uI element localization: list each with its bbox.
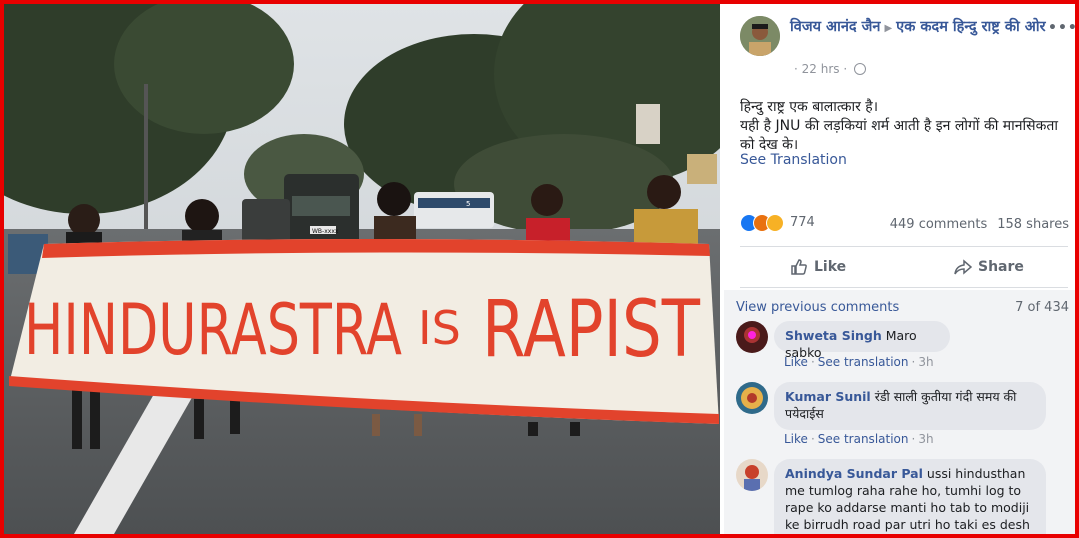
billboard: [636, 104, 660, 144]
svg-text:5: 5: [466, 200, 470, 208]
shares-count[interactable]: 158 shares: [997, 217, 1069, 232]
globe-icon: [853, 63, 866, 75]
post-text-line-1: हिन्दु राष्ट्र एक बालात्कार है।: [740, 99, 879, 115]
car: [242, 199, 290, 243]
commenter-avatar[interactable]: [736, 321, 768, 353]
see-translation-link[interactable]: See Translation: [740, 152, 847, 168]
svg-text:WB-xxxx: WB-xxxx: [312, 228, 339, 235]
bus: 5: [414, 192, 494, 228]
post-text-line-2: यही है JNU की लड़कियां शर्म आती है इन लो…: [740, 118, 1059, 153]
like-button[interactable]: Like: [790, 256, 846, 278]
reaction-count: 774: [790, 215, 815, 230]
comment-like-link[interactable]: Like: [784, 432, 808, 446]
divider: [740, 246, 1068, 247]
comment-time[interactable]: 3h: [918, 432, 933, 446]
comment-actions: Like · See translation · 3h: [784, 432, 934, 446]
share-label: Share: [978, 259, 1024, 275]
divider: [740, 287, 1068, 288]
comment-actions: Like · See translation · 3h: [784, 355, 934, 369]
share-button[interactable]: Share: [954, 256, 1024, 278]
banner-word-rapist: RAPIST: [482, 285, 700, 375]
view-previous-comments-link[interactable]: View previous comments: [736, 300, 899, 315]
comment-see-translation-link[interactable]: See translation: [818, 432, 909, 446]
comment-see-translation-link[interactable]: See translation: [818, 355, 909, 369]
commenter-name[interactable]: Kumar Sunil: [785, 389, 871, 404]
screenshot-frame: 5 WB-xxxx HINDURASTRA IS RAPIST विजय आनं…: [0, 0, 1079, 538]
comment-bubble: Anindya Sundar Pal ussi hindusthan me tum…: [774, 459, 1046, 534]
lamp-pole: [144, 84, 148, 254]
commenter-avatar[interactable]: [736, 459, 768, 491]
post-sidebar: विजय आनंद जैन ▶ एक कदम हिन्दु राष्ट्र की ओ…: [724, 4, 1075, 534]
comment-bubble: Kumar Sunil रंडी साली कुतीया गंदी समय की …: [774, 382, 1046, 430]
author-line: विजय आनंद जैन ▶ एक कदम हिन्दु राष्ट्र की ओ…: [790, 18, 1048, 38]
share-arrow-icon: [954, 259, 972, 275]
caret-right-icon: ▶: [884, 23, 893, 34]
more-options-button[interactable]: •••: [1048, 20, 1075, 36]
author-avatar[interactable]: [740, 16, 780, 56]
banner-word-is: IS: [418, 301, 461, 355]
comments-count[interactable]: 449 comments: [890, 217, 987, 232]
post-photo[interactable]: 5 WB-xxxx HINDURASTRA IS RAPIST: [4, 4, 720, 534]
commenter-name[interactable]: Anindya Sundar Pal: [785, 466, 923, 481]
protest-photo: 5 WB-xxxx HINDURASTRA IS RAPIST: [4, 4, 720, 534]
truck: WB-xxxx: [284, 174, 359, 244]
commenter-name[interactable]: Shweta Singh: [785, 328, 882, 343]
post-time[interactable]: 22 hrs: [802, 62, 840, 76]
post-text: हिन्दु राष्ट्र एक बालात्कार है। यही है J…: [740, 98, 1060, 155]
sad-reaction-icon: [766, 214, 784, 232]
post-meta: · 22 hrs ·: [794, 62, 866, 76]
comment-time[interactable]: 3h: [918, 355, 933, 369]
shop-sign: [687, 154, 717, 184]
comments-pager: 7 of 434: [1015, 300, 1069, 315]
engagement-counts: 449 comments 158 shares: [890, 217, 1069, 232]
comment-like-link[interactable]: Like: [784, 355, 808, 369]
banner-word-hindurastra: HINDURASTRA: [24, 289, 402, 371]
author-name[interactable]: विजय आनंद जैन: [790, 19, 880, 35]
thumbs-up-icon: [791, 259, 807, 275]
commenter-avatar[interactable]: [736, 382, 768, 414]
comment-bubble: Shweta Singh Maro sabko: [774, 321, 950, 360]
like-label: Like: [814, 259, 847, 275]
group-name[interactable]: एक कदम हिन्दु राष्ट्र की ओर: [896, 19, 1045, 35]
